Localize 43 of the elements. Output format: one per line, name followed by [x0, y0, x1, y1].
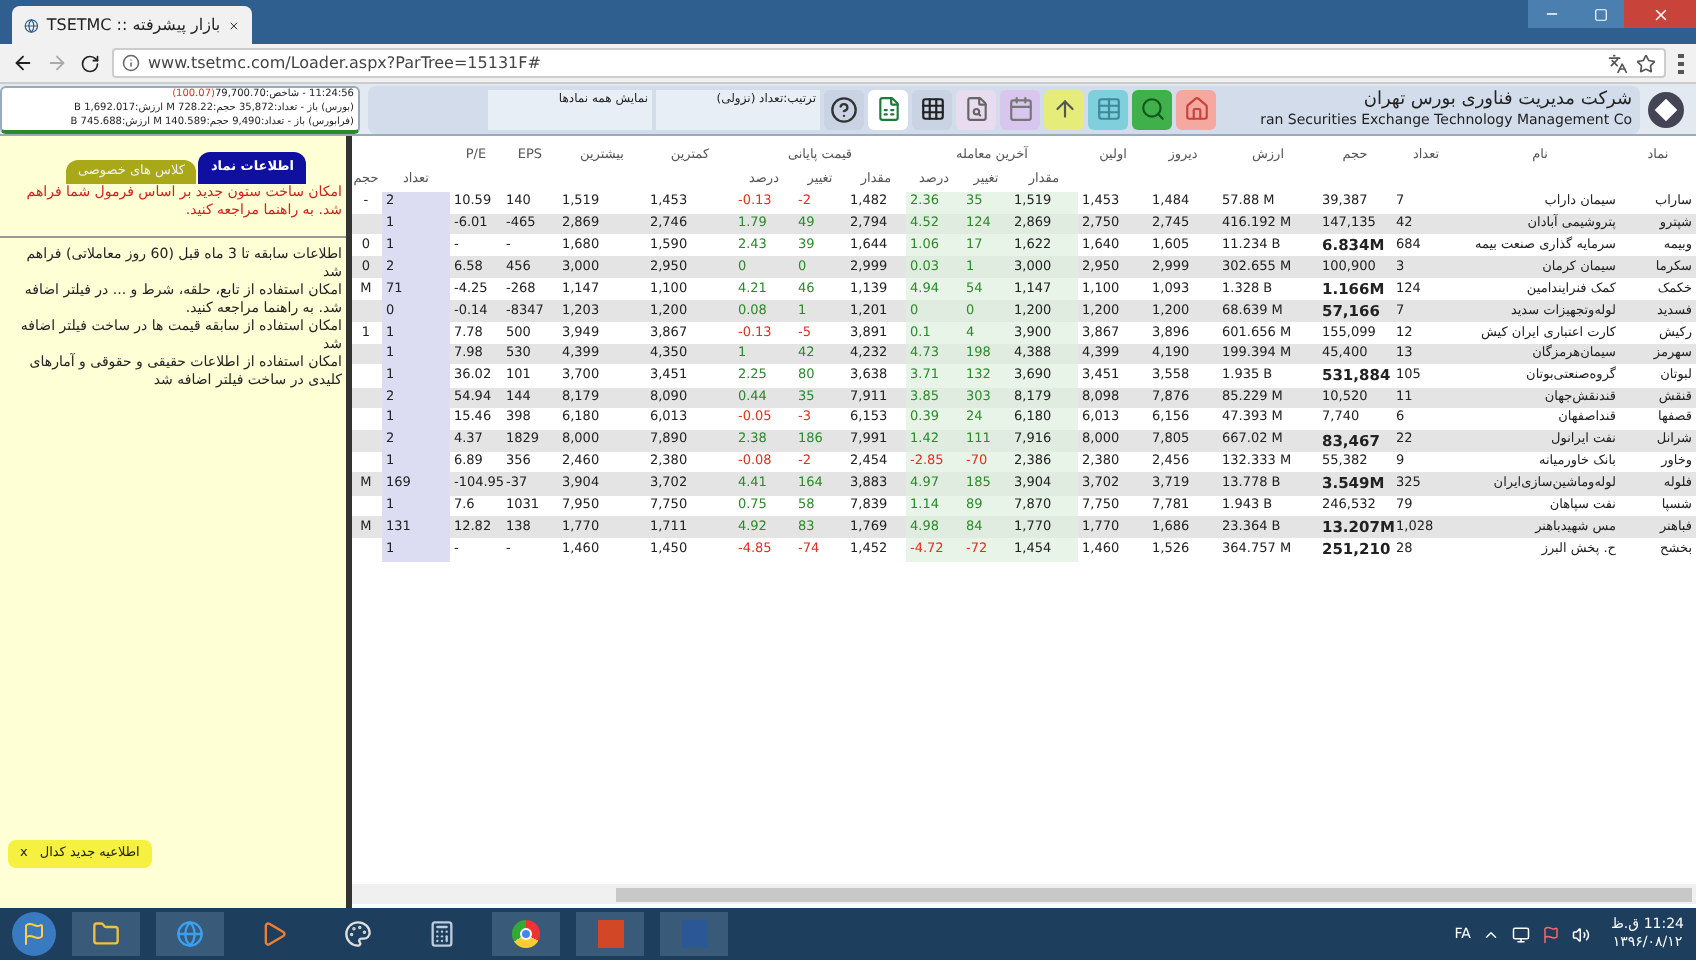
- globe-icon: [176, 920, 204, 948]
- spreadsheet-icon: [875, 96, 901, 122]
- flag-icon[interactable]: [1542, 925, 1561, 943]
- scrollbar-thumb[interactable]: [616, 887, 1692, 901]
- toolbar-button[interactable]: [868, 89, 908, 129]
- table-icon: [1095, 96, 1121, 122]
- back-icon[interactable]: [12, 52, 34, 74]
- up-arrow-icon: [1051, 96, 1077, 122]
- reload-icon[interactable]: [80, 53, 100, 73]
- horizontal-scrollbar[interactable]: [352, 884, 1696, 904]
- company-name: شرکت مدیریت فناوری بورس تهران: [1363, 89, 1632, 109]
- folder-icon: [92, 920, 120, 948]
- close-tab-icon[interactable]: [228, 17, 240, 33]
- translate-icon[interactable]: [1608, 53, 1628, 73]
- volume-icon[interactable]: [1572, 925, 1591, 943]
- toolbar-button[interactable]: [824, 89, 864, 129]
- toolbar-button[interactable]: [912, 89, 952, 129]
- tab-title: بازار پیشرفته :: TSETMC: [46, 13, 221, 37]
- bookmark-icon[interactable]: [1636, 53, 1656, 73]
- search-icon: [1139, 96, 1165, 122]
- grid-icon: [919, 96, 945, 122]
- logo-icon: [1648, 91, 1684, 127]
- taskbar-app-icon[interactable]: [72, 912, 140, 956]
- address-bar[interactable]: www.tsetmc.com/Loader.aspx?ParTree=15131F#: [112, 48, 1666, 78]
- browser-tab[interactable]: بازار پیشرفته :: TSETMC: [12, 6, 252, 44]
- home-icon: [1183, 96, 1209, 122]
- menu-icon[interactable]: [1678, 53, 1684, 73]
- start-button[interactable]: [12, 912, 56, 956]
- calculator-icon: [428, 920, 456, 948]
- help-icon: [830, 95, 858, 123]
- taskbar-app-icon[interactable]: [492, 912, 560, 956]
- toolbar-button[interactable]: [1044, 89, 1084, 129]
- toolbar-button[interactable]: [1132, 89, 1172, 129]
- maximize-button[interactable]: [1576, 0, 1624, 28]
- maximize-icon: [1593, 7, 1607, 21]
- close-icon: [1651, 5, 1669, 23]
- calendar-icon: [1007, 96, 1033, 122]
- play-icon: [260, 920, 288, 948]
- info-icon[interactable]: [122, 54, 140, 72]
- document-search-icon: [963, 96, 989, 122]
- palette-icon: [344, 920, 372, 948]
- network-icon[interactable]: [1512, 925, 1531, 943]
- site-icon: [24, 15, 39, 35]
